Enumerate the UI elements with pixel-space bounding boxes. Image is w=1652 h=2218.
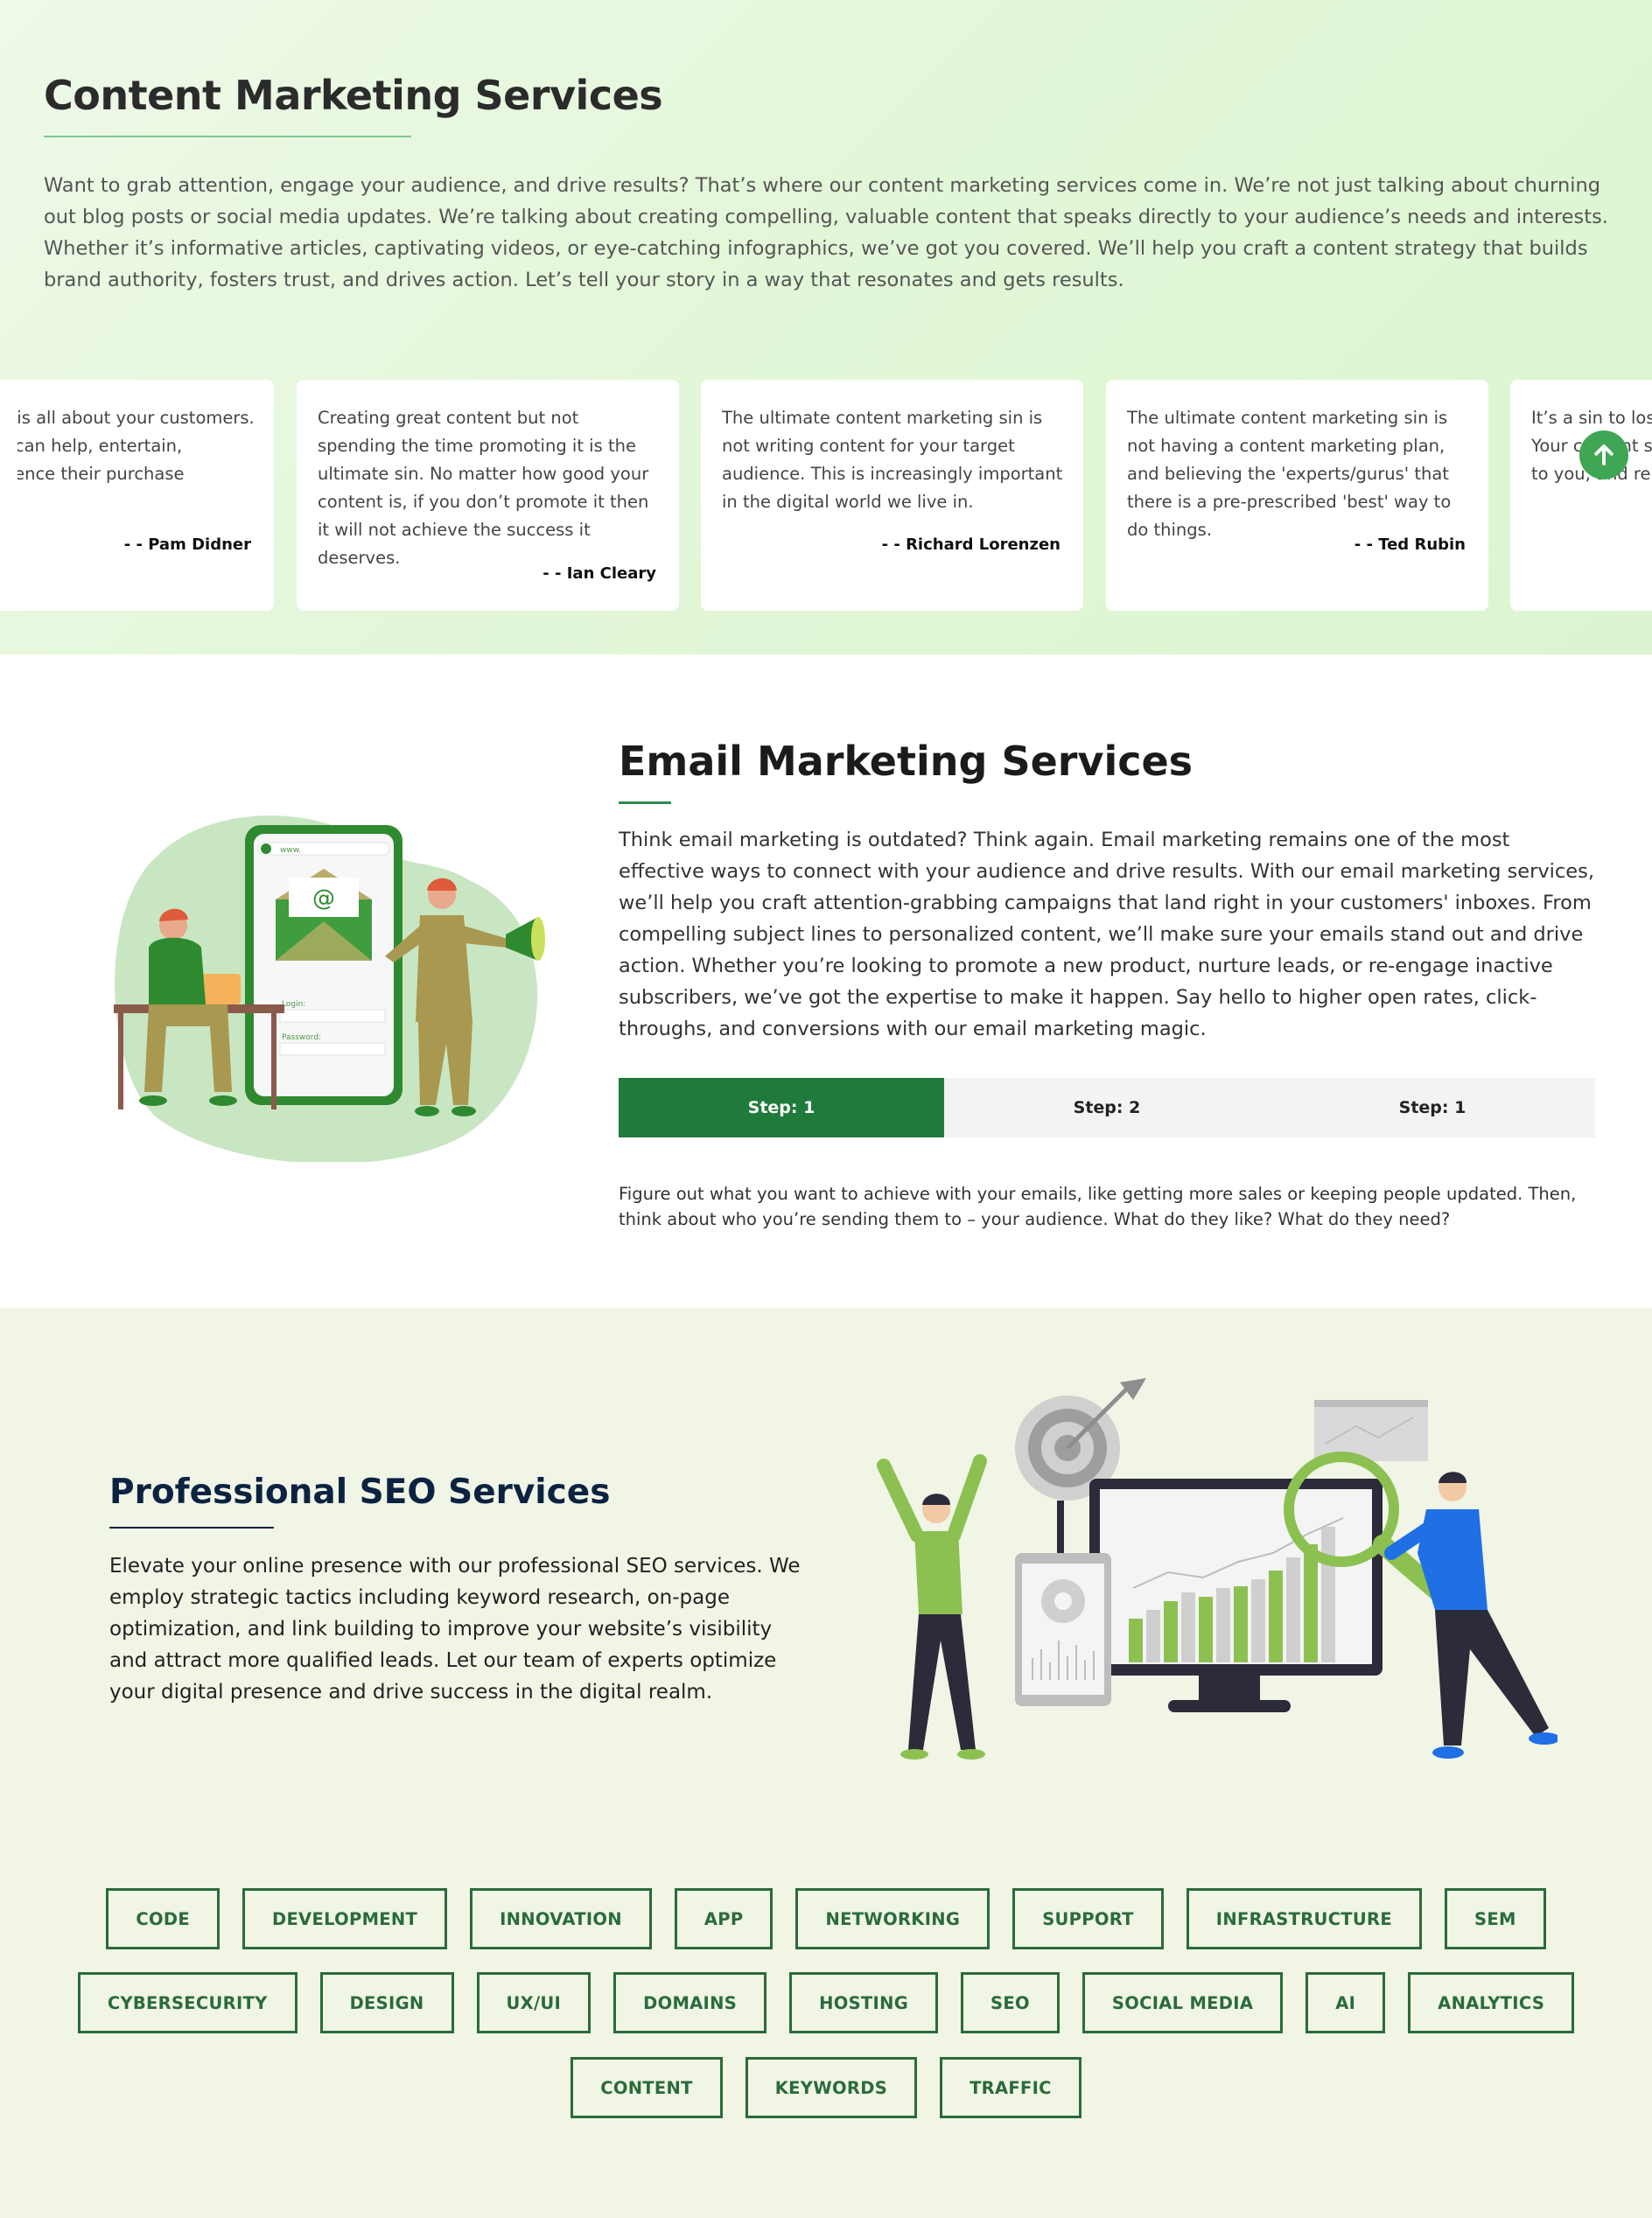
title-underline (619, 801, 671, 804)
login-label: Login: (282, 1000, 305, 1009)
tag-content[interactable]: CONTENT (570, 2057, 723, 2118)
seo-illustration (877, 1378, 1558, 1760)
content-marketing-description: Want to grab attention, engage your audi… (44, 174, 1608, 291)
email-marketing-illustration: www. @ Login: Password: (114, 815, 545, 1162)
tag-ai[interactable]: AI (1306, 1972, 1386, 2033)
testimonial-author: - - Ted Rubin (1354, 535, 1466, 554)
tag-traffic[interactable]: TRAFFIC (940, 2057, 1082, 2118)
tag-networking[interactable]: NETWORKING (795, 1888, 990, 1949)
testimonial-quote: The ultimate content marketing sin is no… (1127, 408, 1452, 540)
step-description: Figure out what you want to achieve with… (619, 1184, 1577, 1229)
title-underline (109, 1527, 274, 1529)
steps-tabs: Step: 1 Step: 2 Step: 1 (619, 1078, 1595, 1137)
browser-window (1314, 1400, 1428, 1461)
tag-code[interactable]: CODE (106, 1888, 220, 1949)
testimonial-card: Creating great content but not spending … (297, 380, 679, 611)
tab-step-1[interactable]: Step: 1 (619, 1078, 944, 1137)
tag-innovation[interactable]: INNOVATION (470, 1888, 652, 1949)
tag-domains[interactable]: DOMAINS (613, 1972, 767, 2033)
tag-development[interactable]: DEVELOPMENT (242, 1888, 448, 1949)
testimonial-card: Content marketing is all about your cust… (0, 380, 274, 611)
tag-sem[interactable]: SEM (1444, 1888, 1546, 1949)
email-marketing-description: Think email marketing is outdated? Think… (619, 829, 1594, 1040)
url-label: www. (280, 846, 301, 855)
testimonial-card: The ultimate content marketing sin is no… (1106, 380, 1488, 611)
tag-app[interactable]: APP (674, 1888, 774, 1949)
tag-cybersecurity[interactable]: CYBERSECURITY (77, 1972, 298, 2033)
tag-row: CODE DEVELOPMENT INNOVATION APP NETWORKI… (0, 1888, 1652, 1949)
testimonial-quote: Content marketing is all about your cust… (18, 404, 262, 516)
tag-social-media[interactable]: SOCIAL MEDIA (1082, 1972, 1284, 2033)
seo-description: Elevate your online presence with our pr… (109, 1555, 801, 1704)
email-marketing-title: Email Marketing Services (619, 738, 1194, 785)
testimonial-quote: Creating great content but not spending … (318, 408, 649, 568)
testimonial-quote: The ultimate content marketing sin is no… (722, 408, 1063, 512)
tag-row: CYBERSECURITY DESIGN UX/UI DOMAINS HOSTI… (0, 1972, 1652, 2033)
testimonial-quote-text: Content marketing is all about your cust… (18, 408, 255, 484)
tag-ux-ui[interactable]: UX/UI (476, 1972, 592, 2033)
tag-infrastructure[interactable]: INFRASTRUCTURE (1186, 1888, 1422, 1949)
content-marketing-section: Content Marketing Services Want to grab … (0, 0, 1652, 654)
testimonial-author: - - Richard Lorenzen (881, 535, 1060, 554)
seo-section: Professional SEO Services Elevate your o… (0, 1308, 1652, 2218)
testimonial-author: - - Pam Didner (123, 535, 251, 554)
tag-row: CONTENT KEYWORDS TRAFFIC (0, 2057, 1652, 2118)
tag-support[interactable]: SUPPORT (1012, 1888, 1164, 1949)
testimonial-author: - - Ian Cleary (542, 564, 656, 583)
at-sign-icon: @ (312, 885, 335, 912)
testimonial-card: It’s a sin to lose sight. Your content s… (1510, 380, 1652, 611)
tag-keywords[interactable]: KEYWORDS (745, 2057, 918, 2118)
tab-step-3[interactable]: Step: 1 (1270, 1078, 1595, 1137)
email-marketing-section: www. @ Login: Password: Email Marketing … (0, 654, 1652, 1308)
tag-analytics[interactable]: ANALYTICS (1408, 1972, 1575, 2033)
tag-seo[interactable]: SEO (961, 1972, 1060, 2033)
tag-design[interactable]: DESIGN (319, 1972, 454, 2033)
seo-title: Professional SEO Services (109, 1473, 611, 1512)
testimonial-card: The ultimate content marketing sin is no… (701, 380, 1083, 611)
content-marketing-title: Content Marketing Services (44, 72, 663, 119)
arrow-up-icon (1594, 444, 1614, 465)
title-underline (44, 136, 411, 137)
tab-step-2[interactable]: Step: 2 (944, 1078, 1270, 1137)
password-label: Password: (282, 1033, 321, 1042)
tag-hosting[interactable]: HOSTING (789, 1972, 939, 2033)
scroll-to-top-button[interactable] (1579, 430, 1628, 479)
